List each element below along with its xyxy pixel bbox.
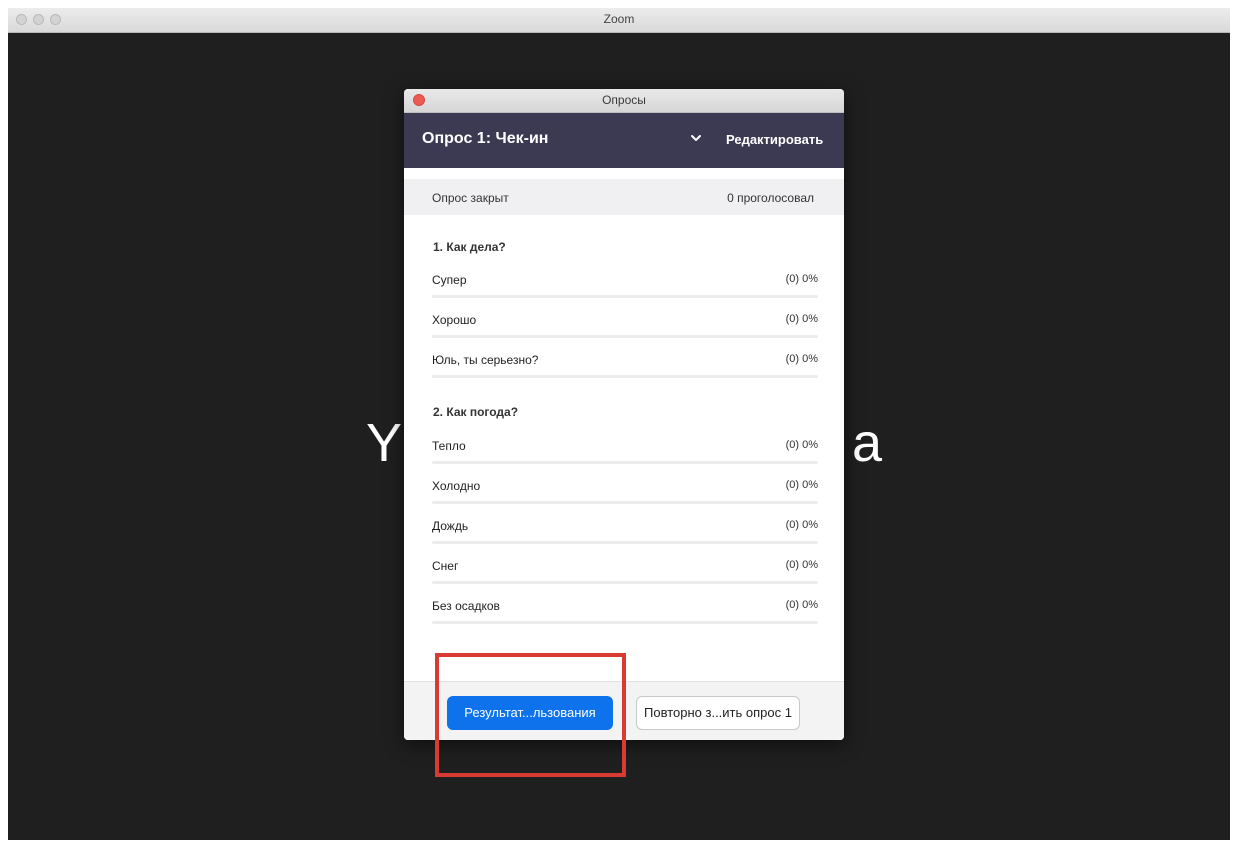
answer-progress-bar [432, 541, 818, 544]
answer-result: (0) 0% [785, 559, 818, 571]
window-titlebar: Zoom [8, 8, 1230, 33]
answer-result: (0) 0% [785, 353, 818, 365]
answer-progress-bar [432, 375, 818, 378]
poll-header: Опрос 1: Чек-ин Редактировать [404, 113, 844, 168]
answer-item: Супер (0) 0% [432, 270, 818, 298]
answer-progress-bar [432, 461, 818, 464]
answer-progress-bar [432, 501, 818, 504]
answer-progress-bar [432, 581, 818, 584]
answer-item: Без осадков (0) 0% [432, 596, 818, 624]
vote-count: 0 проголосовал [727, 191, 814, 205]
answer-progress-bar [432, 295, 818, 298]
answer-text: Тепло [432, 439, 466, 453]
answer-text: Юль, ты серьезно? [432, 353, 539, 367]
dialog-titlebar: Опросы [404, 89, 844, 113]
answer-item: Холодно (0) 0% [432, 476, 818, 504]
answer-progress-bar [432, 621, 818, 624]
answer-item: Хорошо (0) 0% [432, 310, 818, 338]
annotation-highlight-box [435, 653, 626, 777]
answer-result: (0) 0% [785, 313, 818, 325]
answer-item: Юль, ты серьезно? (0) 0% [432, 350, 818, 378]
window-title: Zoom [603, 12, 635, 26]
answer-result: (0) 0% [785, 479, 818, 491]
question-title: 2. Как погода? [433, 405, 519, 419]
answer-item: Тепло (0) 0% [432, 436, 818, 464]
question-title: 1. Как дела? [433, 240, 506, 254]
answer-result: (0) 0% [785, 519, 818, 531]
polls-dialog: Опросы Опрос 1: Чек-ин Редактировать Опр… [404, 89, 844, 740]
answer-text: Без осадков [432, 599, 500, 613]
answer-text: Холодно [432, 479, 481, 493]
poll-name[interactable]: Опрос 1: Чек-ин [422, 130, 548, 148]
answer-text: Снег [432, 559, 459, 573]
answer-result: (0) 0% [785, 599, 818, 611]
dialog-title: Опросы [602, 93, 646, 107]
participant-name-right: a [852, 413, 883, 473]
chevron-down-icon[interactable] [689, 131, 703, 145]
answer-text: Супер [432, 273, 467, 287]
answer-text: Дождь [432, 519, 469, 533]
answer-item: Дождь (0) 0% [432, 516, 818, 544]
answer-result: (0) 0% [785, 273, 818, 285]
participant-name-left: Y [366, 413, 403, 473]
answer-progress-bar [432, 335, 818, 338]
poll-status-bar: Опрос закрыт 0 проголосовал [404, 179, 844, 215]
relaunch-poll-button[interactable]: Повторно з...ить опрос 1 [636, 696, 800, 730]
answer-item: Снег (0) 0% [432, 556, 818, 584]
answer-result: (0) 0% [785, 439, 818, 451]
edit-poll-button[interactable]: Редактировать [726, 132, 823, 147]
answer-text: Хорошо [432, 313, 477, 327]
poll-status: Опрос закрыт [432, 191, 509, 205]
